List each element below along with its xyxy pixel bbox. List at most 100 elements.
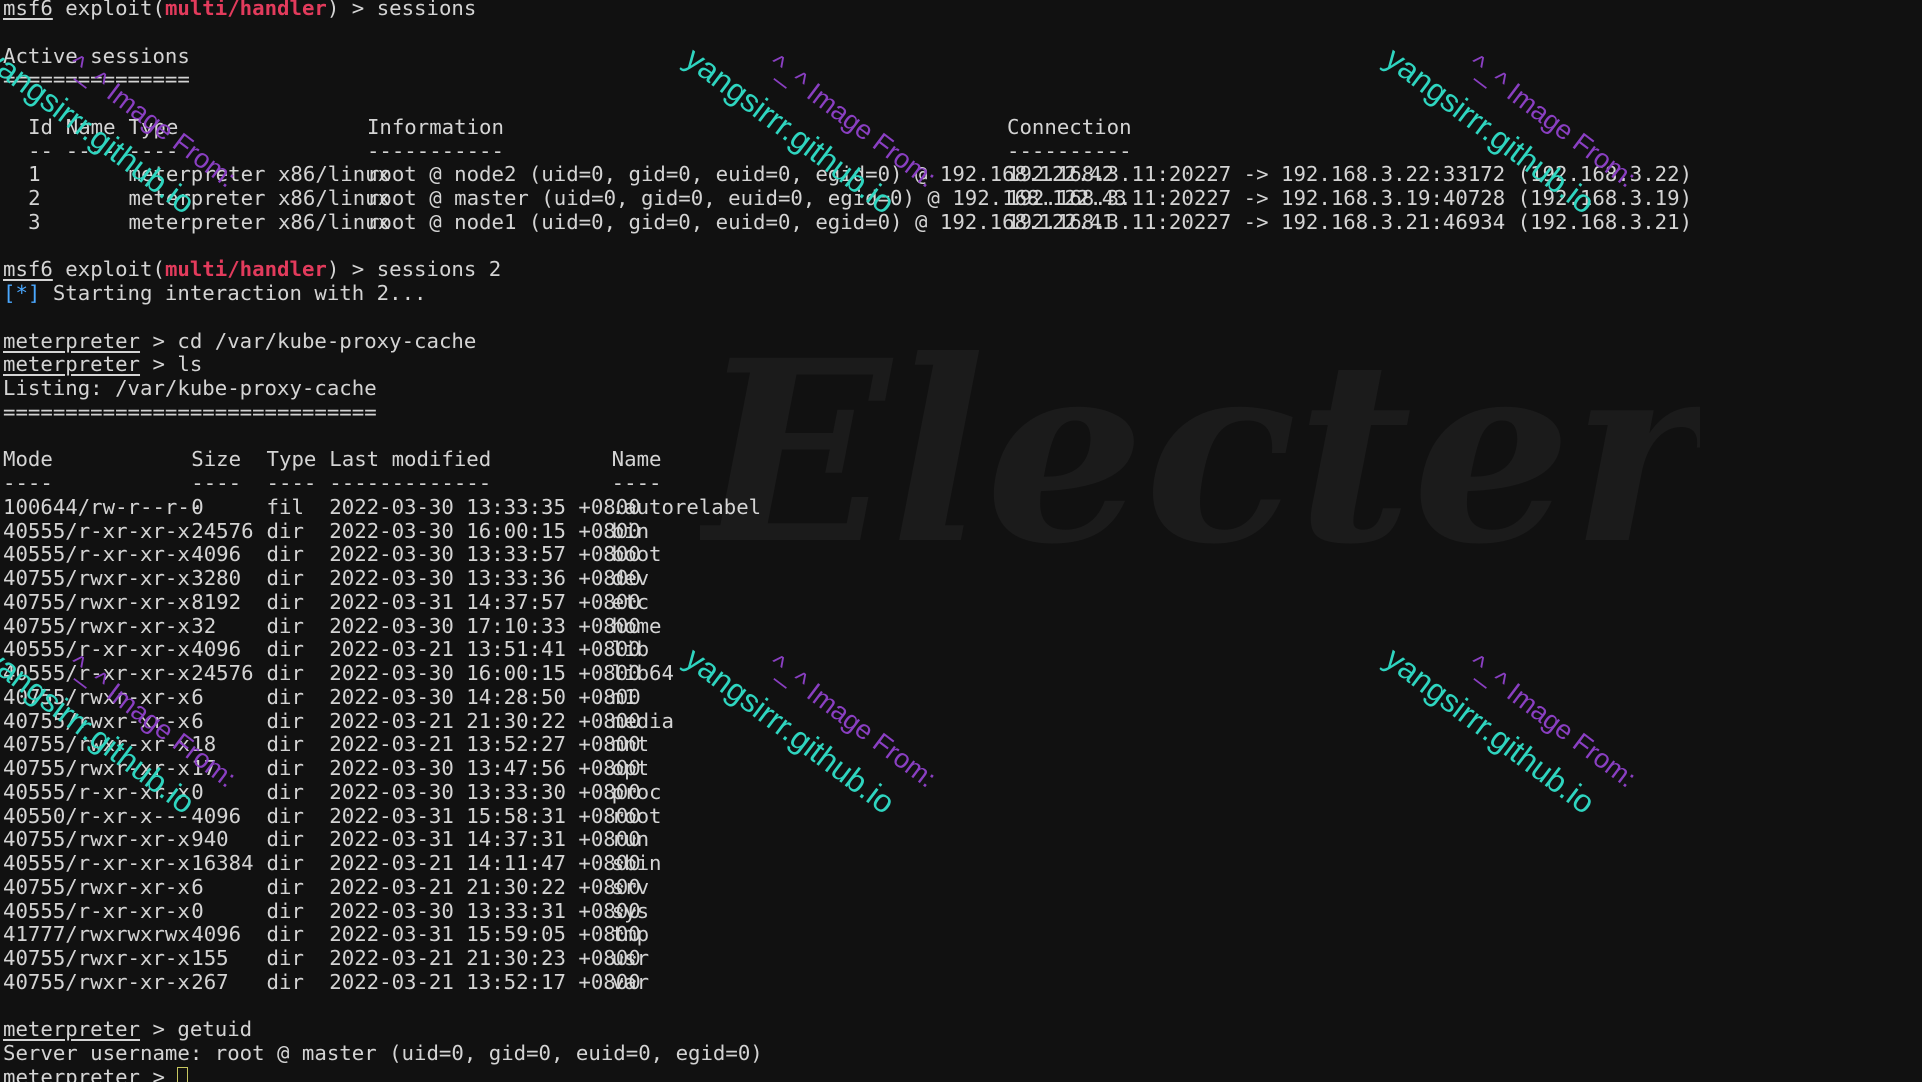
file-size: 16384 bbox=[191, 851, 254, 875]
dash-type: ---- bbox=[128, 138, 179, 163]
session-id: 2 bbox=[28, 186, 41, 210]
file-mode: 40755/rwxr-xr-x bbox=[3, 969, 190, 994]
file-modified: 2022-03-31 15:58:31 +0800 bbox=[329, 803, 641, 828]
file-size: 4096 bbox=[191, 803, 242, 828]
file-modified: 2022-03-30 13:33:31 +0800 bbox=[329, 898, 641, 923]
file-mode: 40755/rwxr-xr-x bbox=[3, 732, 190, 757]
file-size: 4096 bbox=[191, 637, 242, 662]
file-mode: 40555/r-xr-xr-x bbox=[3, 518, 190, 543]
file-size: 6 bbox=[191, 708, 204, 733]
file-size: 0 bbox=[191, 898, 204, 923]
file-mode: 40555/r-xr-xr-x bbox=[3, 661, 190, 685]
terminal-window[interactable]: Electerm msf6 exploit(multi/handler) > s… bbox=[0, 0, 1922, 1082]
header-information: Information bbox=[366, 114, 504, 139]
status-text: Starting interaction with 2... bbox=[40, 281, 427, 305]
file-type: dir bbox=[266, 613, 304, 638]
file-type: dir bbox=[266, 803, 304, 828]
watermark-caption: ^_^ Image From: bbox=[1463, 648, 1642, 794]
meterpreter-prompt: meterpreter bbox=[3, 328, 141, 353]
file-name: boot bbox=[611, 542, 662, 567]
text-cursor[interactable] bbox=[177, 1066, 189, 1082]
file-size: 4096 bbox=[191, 922, 242, 947]
session-type: meterpreter x86/linux bbox=[128, 162, 391, 187]
listing-title-rule-text: ============================== bbox=[3, 399, 377, 424]
file-mode: 40755/rwxr-xr-x bbox=[3, 708, 190, 733]
session-id: 1 bbox=[28, 162, 41, 187]
file-type: dir bbox=[266, 566, 304, 590]
file-type: dir bbox=[266, 589, 304, 614]
file-type: dir bbox=[266, 922, 304, 947]
command-text: cd /var/kube-proxy-cache bbox=[177, 328, 477, 353]
msf-prompt: msf6 bbox=[3, 0, 53, 20]
header-id: Id bbox=[28, 114, 54, 139]
file-size: 32 bbox=[191, 613, 217, 638]
watermark-site: yangsirrr.github.io bbox=[678, 640, 902, 821]
file-name: mnt bbox=[611, 732, 650, 757]
file-mode: 40555/r-xr-xr-x bbox=[3, 779, 190, 804]
file-type: dir bbox=[266, 661, 304, 685]
file-name: lib64 bbox=[611, 661, 674, 685]
file-modified: 2022-03-30 16:00:15 +0800 bbox=[329, 518, 641, 543]
file-mode: 40755/rwxr-xr-x bbox=[3, 827, 190, 852]
file-size: 3280 bbox=[191, 566, 242, 590]
file-modified: 2022-03-21 14:11:47 +0800 bbox=[329, 851, 641, 875]
prompt-module: multi/handler bbox=[164, 257, 327, 282]
file-name: srv bbox=[611, 874, 650, 899]
electerm-logo-watermark: Electerm bbox=[694, 300, 1922, 600]
command-line-ls: meterpreter > ls bbox=[3, 352, 202, 376]
watermark: ^_^ Image From: yangsirrr.github.io bbox=[1364, 640, 1641, 856]
file-mode: 40555/r-xr-xr-x bbox=[3, 637, 190, 662]
meterpreter-prompt: meterpreter bbox=[3, 1064, 141, 1082]
watermark-caption: ^_^ Image From: bbox=[763, 648, 942, 794]
meterpreter-prompt: meterpreter bbox=[3, 1017, 141, 1042]
file-size: 155 bbox=[191, 946, 229, 970]
dash-information: ----------- bbox=[366, 138, 504, 163]
status-line: [*] Starting interaction with 2... bbox=[3, 281, 426, 305]
session-type: meterpreter x86/linux bbox=[128, 209, 391, 234]
file-type: dir bbox=[266, 898, 304, 923]
sessions-title-rule-text: =============== bbox=[3, 67, 190, 92]
file-type: dir bbox=[266, 851, 304, 875]
file-type: dir bbox=[266, 779, 304, 804]
file-modified: 2022-03-30 13:33:30 +0800 bbox=[329, 779, 641, 804]
file-mode: 40555/r-xr-xr-x bbox=[3, 851, 190, 875]
file-size: 6 bbox=[191, 684, 204, 709]
session-id: 3 bbox=[28, 209, 41, 234]
dash-mode: ---- bbox=[3, 471, 53, 495]
listing-title: Listing: /var/kube-proxy-cache bbox=[3, 376, 377, 400]
listing-title-text: Listing: /var/kube-proxy-cache bbox=[3, 376, 377, 400]
file-name: run bbox=[611, 827, 650, 852]
file-name: sys bbox=[611, 898, 650, 923]
file-size: 940 bbox=[191, 827, 229, 852]
file-modified: 2022-03-21 13:52:27 +0800 bbox=[329, 732, 641, 757]
prompt-arrow: > bbox=[140, 1017, 178, 1042]
file-type: dir bbox=[266, 969, 304, 994]
file-size: 4096 bbox=[191, 542, 242, 567]
logo-text: Electerm bbox=[700, 305, 1700, 599]
header-connection: Connection bbox=[1007, 114, 1132, 139]
active-prompt-line: meterpreter > bbox=[3, 1064, 189, 1082]
file-mode: 40755/rwxr-xr-x bbox=[3, 589, 190, 614]
file-modified: 2022-03-21 21:30:22 +0800 bbox=[329, 874, 641, 899]
watermark-site: yangsirrr.github.io bbox=[1378, 640, 1602, 821]
header-type: Type bbox=[266, 447, 317, 472]
command-line-getuid: meterpreter > getuid bbox=[3, 1017, 252, 1041]
prompt-exploit: exploit( bbox=[52, 257, 165, 282]
file-mode: 40755/rwxr-xr-x bbox=[3, 613, 190, 638]
header-name: Name bbox=[611, 447, 662, 472]
command-line-sessions: msf6 exploit(multi/handler) > sessions bbox=[3, 0, 476, 20]
file-modified: 2022-03-30 16:00:15 +0800 bbox=[329, 661, 641, 685]
file-modified: 2022-03-31 14:37:31 +0800 bbox=[329, 827, 641, 852]
status-marker: [*] bbox=[3, 281, 41, 305]
file-name: root bbox=[611, 803, 662, 828]
session-connection: 192.168.3.11:20227 -> 192.168.3.19:40728… bbox=[1007, 186, 1693, 210]
command-text: ls bbox=[177, 352, 203, 377]
session-type: meterpreter x86/linux bbox=[128, 186, 391, 210]
file-size: 24576 bbox=[191, 661, 254, 685]
file-name: dev bbox=[611, 566, 650, 590]
file-mode: 40555/r-xr-xr-x bbox=[3, 898, 190, 923]
msf-prompt: msf6 bbox=[3, 257, 53, 282]
file-modified: 2022-03-21 21:30:23 +0800 bbox=[329, 946, 641, 970]
getuid-output-text: Server username: root @ master (uid=0, g… bbox=[3, 1041, 763, 1065]
file-name: m1 bbox=[611, 684, 637, 709]
